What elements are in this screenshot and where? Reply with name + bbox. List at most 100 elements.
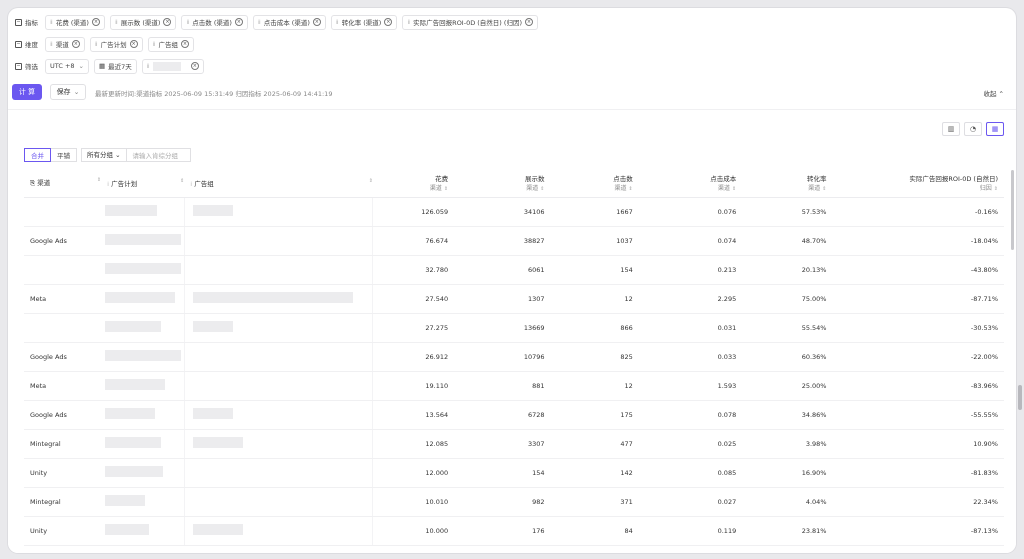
dimension-chip[interactable]: ⁞⁞ 广告计划 × xyxy=(89,36,143,52)
group-cell xyxy=(184,400,374,430)
table-row[interactable]: Meta 27.540 1307 12 2.295 75.00% -87.71% xyxy=(24,284,1004,314)
metrics-header[interactable]: − 指标 xyxy=(13,14,40,30)
sort-icon[interactable]: ⇕ xyxy=(629,186,633,192)
remove-icon[interactable]: × xyxy=(190,62,199,70)
remove-icon[interactable]: × xyxy=(91,18,100,26)
drag-handle-icon[interactable]: ⁞⁞ xyxy=(186,19,189,26)
remove-icon[interactable]: × xyxy=(180,40,189,48)
date-range-select[interactable]: ▦ 最近7天 xyxy=(94,58,137,74)
spend-cell: 27.275 xyxy=(372,313,455,343)
table-row[interactable]: Unity 12.000 154 142 0.085 16.90% -81.83% xyxy=(24,458,1004,488)
drag-handle-icon[interactable]: ⁞⁞ xyxy=(115,19,118,26)
dimensions-header[interactable]: − 维度 xyxy=(13,36,40,52)
sort-icon[interactable]: ⇕ xyxy=(180,178,184,184)
all-groups-dropdown[interactable]: 所有分组 ⌄ xyxy=(82,149,127,161)
drag-handle-icon[interactable]: ⁞⁞ xyxy=(153,41,156,48)
dimension-chip[interactable]: ⁞⁞ 广告组 × xyxy=(147,36,194,52)
table-icon[interactable]: ▦ xyxy=(986,122,1004,136)
remove-icon[interactable]: × xyxy=(163,18,172,26)
calculate-button[interactable]: 计 算 xyxy=(12,84,42,100)
drag-handle-icon[interactable]: ⁞⁞ xyxy=(50,41,53,48)
spend-cell: 10.000 xyxy=(372,516,455,546)
filter-row: − 筛选 UTC +8 ⌄ ▦ 最近7天 ⁞⁞ × xyxy=(8,56,204,76)
table-row[interactable]: Mintegral 12.085 3307 477 0.025 3.98% 10.90% xyxy=(24,429,1004,459)
impressions-cell: 13669 xyxy=(454,313,551,343)
minus-box-icon: − xyxy=(15,18,22,26)
sort-icon[interactable]: ⇕ xyxy=(369,178,373,184)
redacted-value xyxy=(105,292,176,303)
metric-chip[interactable]: ⁞⁞ 点击成本 (渠道) × xyxy=(252,14,326,30)
sort-icon[interactable]: ⇕ xyxy=(540,186,544,192)
col-roi[interactable]: 实际广告回报ROI-0D (自然日) 归因 ⇕ xyxy=(832,169,1004,198)
table-row[interactable]: Meta 19.110 881 12 1.593 25.00% -83.96% xyxy=(24,371,1004,401)
timezone-select[interactable]: UTC +8 ⌄ xyxy=(45,58,89,74)
metric-chip[interactable]: ⁞⁞ 点击数 (渠道) × xyxy=(181,14,248,30)
table-row[interactable]: 27.275 13669 866 0.031 55.54% -30.53% xyxy=(24,313,1004,343)
channel-cell: Google Ads xyxy=(24,342,102,372)
impressions-cell: 38827 xyxy=(454,226,551,256)
metric-chip[interactable]: ⁞⁞ 花费 (渠道) × xyxy=(45,14,105,30)
metric-chip[interactable]: ⁞⁞ 转化率 (渠道) × xyxy=(330,14,398,30)
col-cpc[interactable]: 点击成本 渠道 ⇕ xyxy=(638,169,743,198)
filter-chip[interactable]: ⁞⁞ × xyxy=(141,58,204,74)
display-mode: 合并 平铺 所有分组 ⌄ 请输入肯综分组 xyxy=(24,148,191,162)
merge-tab[interactable]: 合并 xyxy=(24,148,51,162)
drag-handle-icon[interactable]: ⁞⁞ xyxy=(95,41,98,48)
cpc-cell: 1.593 xyxy=(638,371,743,401)
drag-handle-icon[interactable]: ⁞⁞ xyxy=(258,19,261,26)
redacted-value xyxy=(152,61,181,71)
drag-handle-icon[interactable]: ⁞⁞ xyxy=(50,19,53,26)
page-scrollbar[interactable] xyxy=(1018,385,1022,410)
group-selector[interactable]: 所有分组 ⌄ 请输入肯综分组 xyxy=(81,148,191,162)
filter-header[interactable]: − 筛选 xyxy=(13,58,40,74)
sort-icon[interactable]: ⇕ xyxy=(444,186,448,192)
clicks-cell: 12 xyxy=(550,284,639,314)
metric-chip[interactable]: ⁞⁞ 展示数 (渠道) × xyxy=(109,14,177,30)
flat-tab[interactable]: 平铺 xyxy=(51,148,77,162)
sort-icon[interactable]: ⇕ xyxy=(732,186,736,192)
col-channel[interactable]: ⎘ 渠道 ⇕ xyxy=(24,169,102,198)
sort-icon[interactable]: ⇕ xyxy=(97,177,101,183)
drag-handle-icon[interactable]: ⁞ xyxy=(107,181,109,188)
drag-handle-icon[interactable]: ⁞ xyxy=(190,181,192,188)
remove-icon[interactable]: × xyxy=(71,40,80,48)
table-row[interactable]: Google Ads 13.564 6728 175 0.078 34.86% -55.55… xyxy=(24,400,1004,430)
remove-icon[interactable]: × xyxy=(312,18,321,26)
col-group[interactable]: ⁞ 广告组 ⇕ xyxy=(184,169,373,198)
table-scrollbar[interactable] xyxy=(1011,170,1014,250)
group-search-input[interactable]: 请输入肯综分组 xyxy=(127,150,179,160)
table-row[interactable]: Google Ads 26.912 10796 825 0.033 60.36% -22.0… xyxy=(24,342,1004,372)
cvr-cell: 4.04% xyxy=(742,487,833,517)
channel-cell: Google Ads xyxy=(24,400,102,430)
spend-cell: 32.780 xyxy=(372,255,455,285)
table-row[interactable]: 32.780 6061 154 0.213 20.13% -43.80% xyxy=(24,255,1004,285)
dimension-chip[interactable]: ⁞⁞ 渠道 × xyxy=(45,36,85,52)
col-plan[interactable]: ⁞ 广告计划 ⇕ xyxy=(101,169,185,198)
pin-icon[interactable]: ⎘ xyxy=(30,179,35,187)
col-impressions[interactable]: 展示数 渠道 ⇕ xyxy=(454,169,551,198)
remove-icon[interactable]: × xyxy=(129,40,138,48)
sort-icon[interactable]: ⇕ xyxy=(994,186,998,192)
remove-icon[interactable]: × xyxy=(524,18,533,26)
table-row[interactable]: Mintegral 10.010 982 371 0.027 4.04% 22.34% xyxy=(24,487,1004,517)
drag-handle-icon[interactable]: ⁞⁞ xyxy=(147,63,150,70)
view-toggle: ▥ ◔ ▦ xyxy=(942,122,1004,136)
table-row[interactable]: Google Ads 76.674 38827 1037 0.074 48.70% -18.… xyxy=(24,226,1004,256)
drag-handle-icon[interactable]: ⁞⁞ xyxy=(407,19,410,26)
bar-chart-icon[interactable]: ▥ xyxy=(942,122,960,136)
remove-icon[interactable]: × xyxy=(234,18,243,26)
table-row[interactable]: Unity 10.000 176 84 0.119 23.81% -87.13% xyxy=(24,516,1004,546)
table-row[interactable]: 126.059 34106 1667 0.076 57.53% -0.16% xyxy=(24,197,1004,227)
metric-chip[interactable]: ⁞⁞ 实际广告回报ROI-0D (自然日) (归因) × xyxy=(402,14,538,30)
remove-icon[interactable]: × xyxy=(384,18,393,26)
col-spend[interactable]: 花费 渠道 ⇕ xyxy=(372,169,455,198)
chevron-down-icon: ⌄ xyxy=(73,88,80,96)
col-clicks[interactable]: 点击数 渠道 ⇕ xyxy=(550,169,639,198)
drag-handle-icon[interactable]: ⁞⁞ xyxy=(336,19,339,26)
collapse-button[interactable]: 收起 ⌃ xyxy=(983,88,1004,98)
save-button[interactable]: 保存 ⌄ xyxy=(50,84,86,100)
pie-chart-icon[interactable]: ◔ xyxy=(964,122,982,136)
impressions-cell: 982 xyxy=(454,487,551,517)
col-cvr[interactable]: 转化率 渠道 ⇕ xyxy=(742,169,833,198)
sort-icon[interactable]: ⇕ xyxy=(822,186,826,192)
